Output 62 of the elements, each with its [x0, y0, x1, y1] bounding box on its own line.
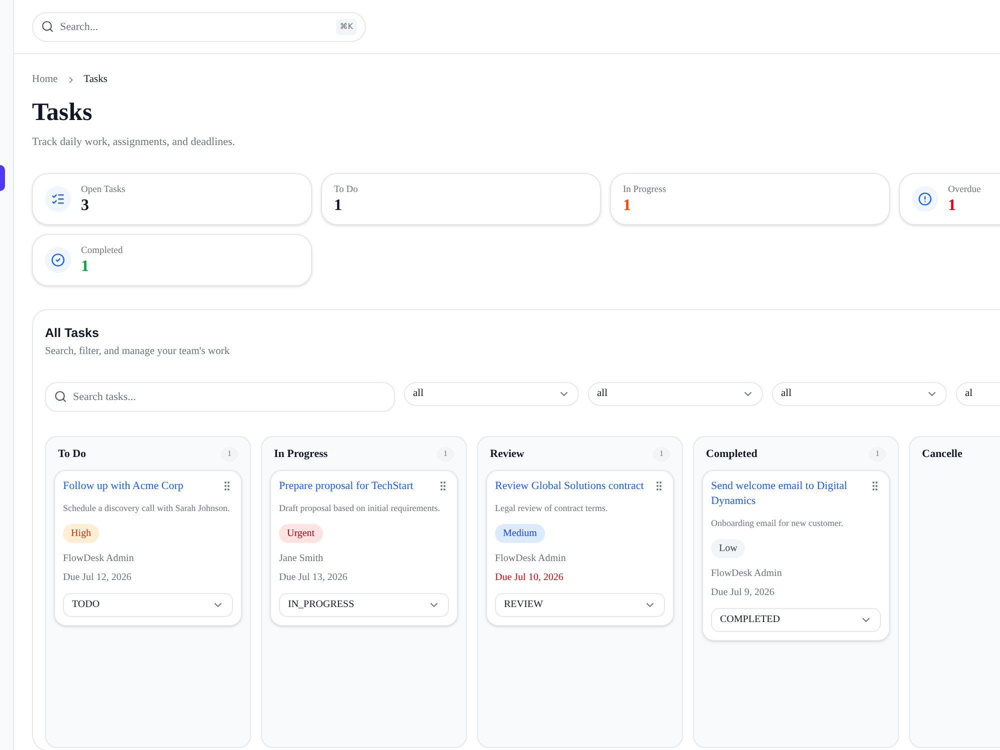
column-count: 1	[869, 446, 886, 462]
task-description: Schedule a discovery call with Sarah Johnson.	[63, 502, 231, 516]
stat-label: Open Tasks	[81, 184, 126, 198]
assignee-name: FlowDesk Admin	[63, 552, 135, 566]
priority-badge: Low	[711, 538, 746, 558]
breadcrumb-current: Tasks	[84, 73, 108, 87]
due-date: Due Jul 10, 2026	[495, 570, 564, 585]
task-description: Onboarding email for new customer.	[711, 517, 844, 530]
column-count: 1	[437, 446, 454, 462]
sidebar-handle[interactable]	[0, 165, 5, 191]
stat-value: 1	[948, 197, 957, 216]
task-title[interactable]: Follow up with Acme Corp	[63, 479, 184, 494]
task-title[interactable]: Send welcome email to Digital Dynamics	[711, 479, 865, 510]
priority-badge: Urgent	[279, 524, 323, 543]
task-card[interactable]: Follow up with Acme Corp Schedule a discovery call with Sarah Johnson. High FlowDesk Admin Due Jul 12, 2026 TODO	[54, 470, 242, 626]
status-select[interactable]: IN_PROGRESS	[279, 592, 449, 617]
stat-value: 1	[81, 258, 90, 276]
task-card[interactable]: Review Global Solutions contract Legal review of contract terms. Medium FlowDesk Admin Due Jul 10, 2026 REVIEW	[486, 470, 674, 626]
column-count: 1	[653, 446, 670, 462]
due-date: Due Jul 13, 2026	[279, 570, 348, 585]
status-select[interactable]: TODO	[63, 592, 233, 617]
task-card[interactable]: Send welcome email to Digital Dynamics Onboarding email for new customer. Low FlowDesk Admin Due Jul 9, 2026 COMPLETED	[702, 470, 890, 641]
search-icon	[41, 20, 54, 32]
filter-select[interactable]: al	[956, 382, 1000, 406]
priority-badge: High	[63, 524, 99, 543]
column-title: In Progress	[274, 446, 328, 462]
column-count: 1	[221, 446, 238, 462]
stat-label: Completed	[81, 245, 123, 258]
assignee-name: FlowDesk Admin	[495, 552, 567, 566]
task-title[interactable]: Prepare proposal for TechStart	[279, 479, 414, 494]
stat-label: To Do	[334, 184, 358, 198]
status-select[interactable]: COMPLETED	[711, 608, 881, 632]
stat-value: 1	[623, 197, 632, 216]
task-title[interactable]: Review Global Solutions contract	[495, 479, 644, 494]
breadcrumb-link[interactable]: Home	[32, 72, 58, 88]
column-title: Cancelle	[922, 446, 962, 462]
stat-label: Overdue	[948, 184, 981, 198]
task-search-field[interactable]: Search tasks...	[45, 382, 395, 412]
stat-value: 3	[81, 197, 90, 216]
column-title: Review	[490, 446, 524, 462]
stat-value: 1	[334, 197, 343, 216]
panel-title: All Tasks	[45, 325, 100, 342]
filter-select[interactable]: all	[588, 382, 763, 406]
panel-subtitle: Search, filter, and manage your team's work	[45, 345, 231, 359]
column-title: Completed	[706, 446, 758, 462]
task-description: Draft proposal based on initial requirements.	[279, 502, 441, 516]
task-card[interactable]: Prepare proposal for TechStart Draft proposal based on initial requirements. Urgent Jane Smith Due Jul 13, 2026 IN_PROGRESS	[270, 470, 458, 626]
filter-select[interactable]: all	[772, 382, 947, 406]
due-date: Due Jul 12, 2026	[63, 570, 132, 585]
column-title: To Do	[58, 446, 86, 462]
due-date: Due Jul 9, 2026	[711, 586, 776, 600]
list-checks-icon	[45, 186, 71, 212]
filter-select[interactable]: all	[404, 382, 579, 406]
assignee-name: FlowDesk Admin	[711, 566, 783, 581]
priority-badge: Medium	[495, 524, 545, 543]
page-subtitle: Track daily work, assignments, and deadlines.	[32, 134, 236, 150]
status-select[interactable]: REVIEW	[495, 592, 665, 617]
search-icon	[54, 390, 67, 403]
page-title: Tasks	[32, 98, 94, 128]
assignee-name: Jane Smith	[279, 552, 324, 566]
task-description: Legal review of contract terms.	[495, 502, 609, 516]
stat-label: In Progress	[623, 184, 666, 198]
